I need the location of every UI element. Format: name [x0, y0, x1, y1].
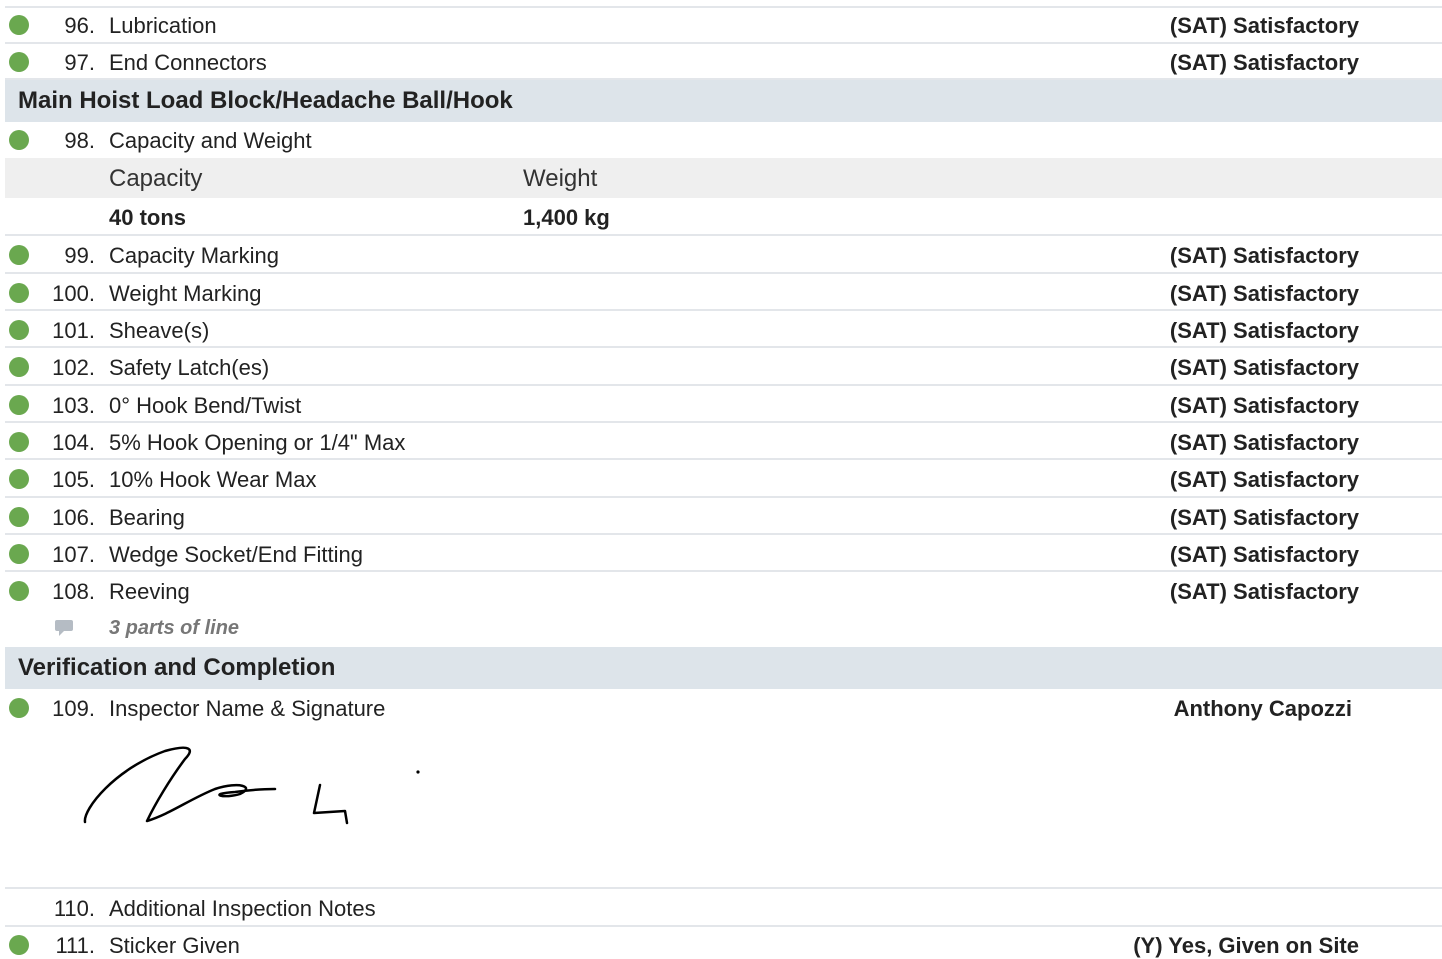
item-number: 104. [52, 430, 95, 455]
item-label: End Connectors [109, 50, 267, 75]
item-number: 99. [64, 243, 95, 268]
item-number: 103. [52, 393, 95, 418]
item-value: (Y) Yes, Given on Site [1133, 933, 1359, 958]
item-label: Sheave(s) [109, 318, 210, 343]
section-header: Main Hoist Load Block/Headache Ball/Hook [5, 80, 1442, 122]
inspector-name: Anthony Capozzi [1173, 696, 1352, 721]
item-label: Lubrication [109, 13, 217, 38]
item-number: 110. [53, 896, 95, 921]
item-label: 5% Hook Opening or 1/4" Max [109, 430, 406, 455]
item-value: (SAT) Satisfactory [1169, 355, 1359, 380]
column-header: Capacity [109, 165, 203, 192]
item-number: 96. [64, 13, 95, 38]
item-value: (SAT) Satisfactory [1169, 281, 1359, 306]
item-value: (SAT) Satisfactory [1169, 243, 1359, 268]
checklist-item: 97. End Connectors (SAT) Satisfactory [5, 44, 1442, 80]
item-label: Bearing [109, 505, 185, 530]
checklist-item: 100. Weight Marking (SAT) Satisfactory [5, 274, 1442, 311]
column-header: Weight [523, 165, 598, 192]
checklist-item: 111. Sticker Given (Y) Yes, Given on Sit… [5, 927, 1442, 959]
checklist-item: 103. 0° Hook Bend/Twist (SAT) Satisfacto… [5, 386, 1442, 423]
checklist-item: 98. Capacity and Weight [5, 122, 1442, 158]
item-number: 106. [52, 505, 95, 530]
checklist-item: 109. Inspector Name & Signature Anthony … [5, 689, 1442, 889]
checklist-item: 106. Bearing (SAT) Satisfactory [5, 498, 1442, 535]
checklist-item: 105. 10% Hook Wear Max (SAT) Satisfactor… [5, 460, 1442, 498]
item-value: (SAT) Satisfactory [1169, 430, 1359, 455]
item-label: Capacity Marking [109, 243, 279, 268]
checklist-item: 99. Capacity Marking (SAT) Satisfactory [5, 236, 1442, 274]
item-number: 97. [64, 50, 95, 75]
item-comment: 3 parts of line [109, 617, 240, 639]
item-value: (SAT) Satisfactory [1169, 318, 1359, 343]
item-label: 0° Hook Bend/Twist [109, 393, 302, 418]
item-label: Additional Inspection Notes [109, 896, 376, 921]
table-cell: 40 tons [109, 205, 187, 230]
section-header: Verification and Completion [5, 647, 1442, 689]
checklist-item: 107. Wedge Socket/End Fitting (SAT) Sati… [5, 535, 1442, 572]
item-label: Sticker Given [109, 933, 240, 958]
item-number: 101. [52, 318, 95, 343]
capacity-table-row: 40 tons 1,400 kg [5, 198, 1442, 236]
signature-image [83, 746, 420, 825]
table-cell: 1,400 kg [523, 205, 610, 230]
item-number: 105. [52, 467, 95, 492]
capacity-table-header: Capacity Weight [5, 158, 1442, 198]
section-title: Main Hoist Load Block/Headache Ball/Hook [18, 87, 513, 114]
item-value: (SAT) Satisfactory [1169, 467, 1359, 492]
item-number: 100. [52, 281, 95, 306]
item-number: 102. [52, 355, 95, 380]
item-value: (SAT) Satisfactory [1169, 542, 1359, 567]
item-label: Reeving [109, 579, 190, 604]
item-number: 108. [52, 579, 95, 604]
item-number: 98. [64, 128, 95, 153]
checklist-item: 102. Safety Latch(es) (SAT) Satisfactory [5, 348, 1442, 386]
section-title: Verification and Completion [18, 654, 336, 681]
item-label: Weight Marking [109, 281, 262, 306]
item-label: 10% Hook Wear Max [109, 467, 317, 492]
checklist-item: 108. Reeving (SAT) Satisfactory 3 parts … [5, 572, 1442, 647]
item-label: Safety Latch(es) [109, 355, 270, 380]
checklist-item: 104. 5% Hook Opening or 1/4" Max (SAT) S… [5, 423, 1442, 460]
item-number: 107. [52, 542, 95, 567]
item-value: (SAT) Satisfactory [1169, 579, 1359, 604]
checklist-item: 96. Lubrication (SAT) Satisfactory [5, 8, 1442, 44]
checklist-item: 110. Additional Inspection Notes [5, 889, 1442, 927]
item-number: 109. [52, 696, 95, 721]
item-value: (SAT) Satisfactory [1169, 50, 1359, 75]
comment-icon [55, 620, 73, 641]
item-label: Wedge Socket/End Fitting [109, 542, 363, 567]
checklist-item: 101. Sheave(s) (SAT) Satisfactory [5, 311, 1442, 348]
item-value: (SAT) Satisfactory [1169, 393, 1359, 418]
item-label: Inspector Name & Signature [109, 696, 386, 721]
item-value: (SAT) Satisfactory [1169, 505, 1359, 530]
item-value: (SAT) Satisfactory [1169, 13, 1359, 38]
item-label: Capacity and Weight [109, 128, 312, 153]
item-number: 111. [55, 933, 95, 958]
